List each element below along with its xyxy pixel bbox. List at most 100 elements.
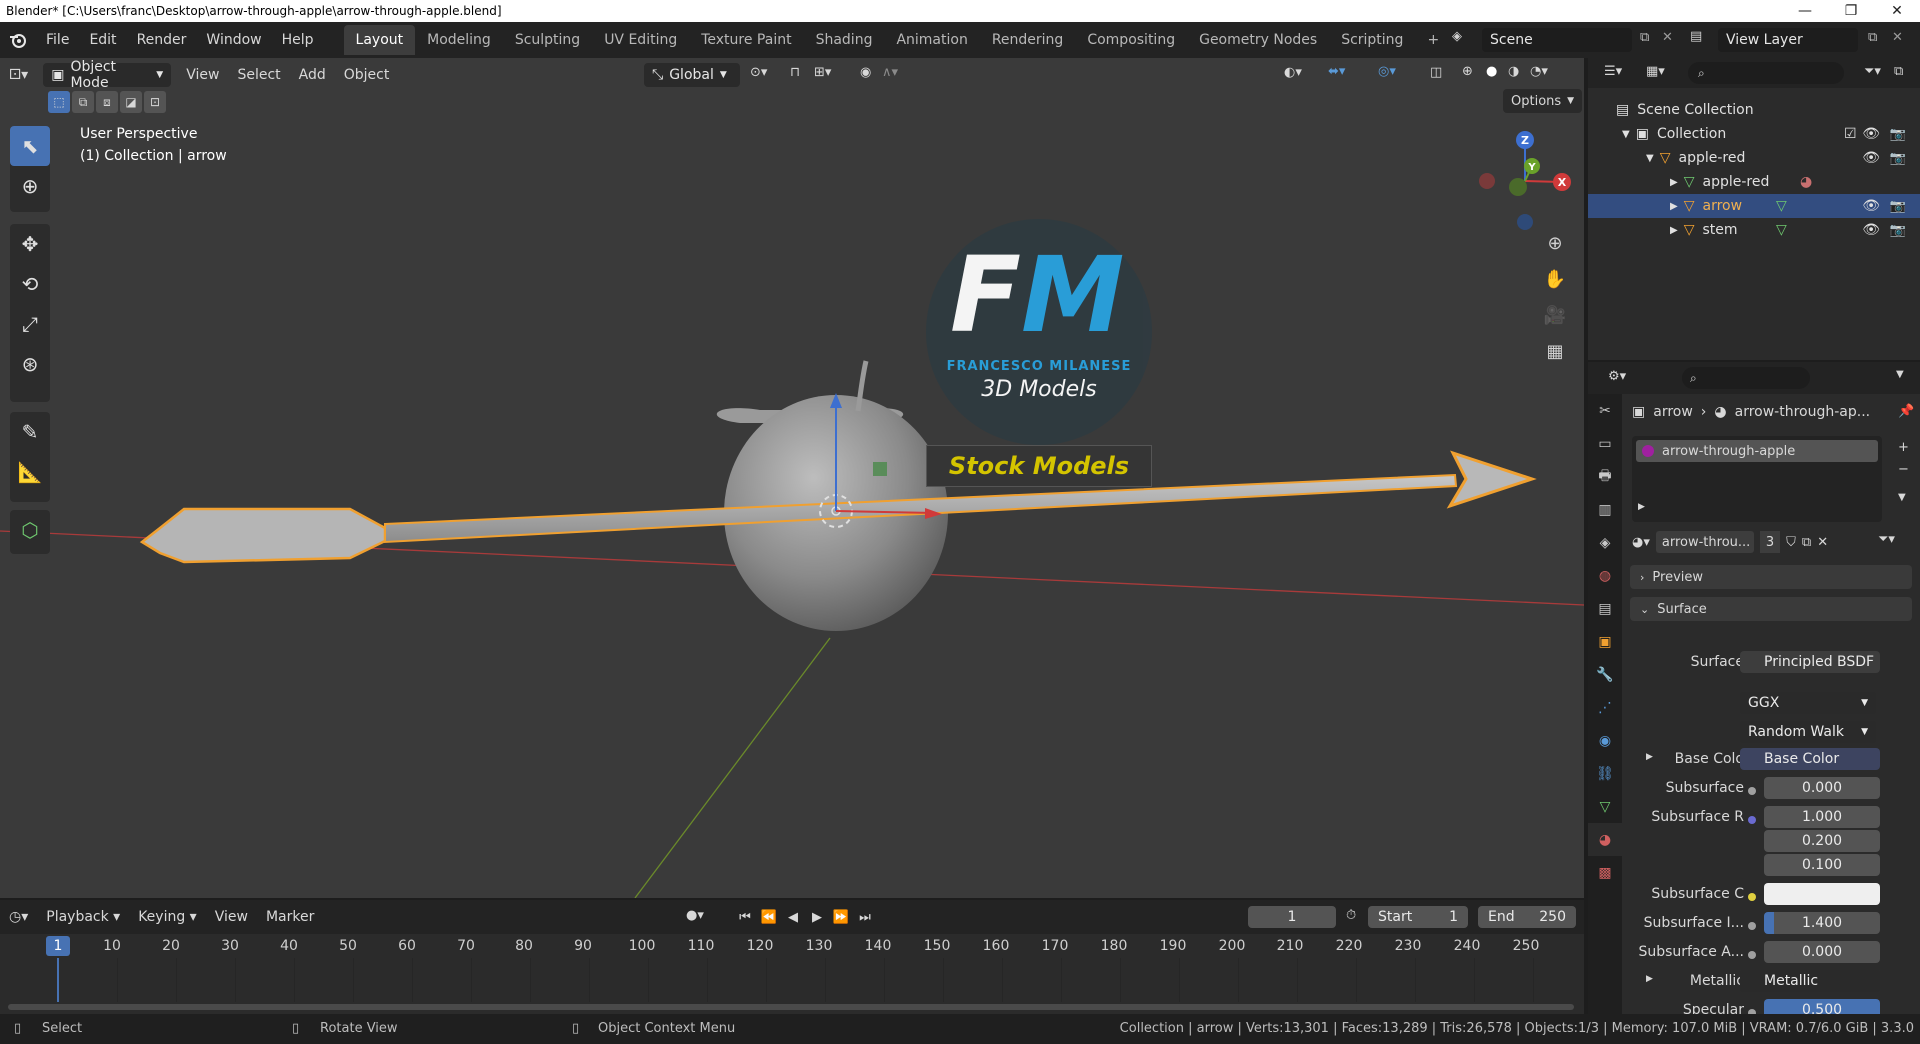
- delete-view-layer-icon[interactable]: ✕: [1892, 30, 1903, 45]
- select-new-icon[interactable]: ⬚: [48, 91, 70, 113]
- outliner-row-stem[interactable]: ▶ ▽ stem ▽ 👁 📷: [1588, 218, 1920, 242]
- physics-tab-icon[interactable]: ◉: [1588, 724, 1622, 757]
- select-extend-icon[interactable]: ⧉: [72, 91, 94, 113]
- tab-rendering[interactable]: Rendering: [980, 25, 1076, 55]
- menu-view[interactable]: View: [177, 58, 228, 92]
- material-slot-item[interactable]: arrow-through-apple: [1636, 440, 1878, 462]
- scene-icon[interactable]: ◈: [1452, 29, 1462, 44]
- subsurface-color-swatch[interactable]: [1764, 883, 1880, 905]
- eye-icon[interactable]: 👁: [1862, 198, 1880, 214]
- select-invert-icon[interactable]: ◪: [120, 91, 142, 113]
- 3d-viewport[interactable]: FM FRANCESCO MILANESE 3D Models Stock Mo…: [0, 58, 1584, 898]
- particles-tab-icon[interactable]: ⋰: [1588, 691, 1622, 724]
- proportional-edit-icon[interactable]: ◉: [860, 65, 871, 80]
- frame-ruler[interactable]: 1 10 20 30 40 50 60 70 80 90 100 110 120…: [0, 934, 1584, 958]
- browse-material-icon[interactable]: ◕▾: [1632, 535, 1650, 550]
- outliner-row-apple-red[interactable]: ▼ ▽ apple-red 👁 📷: [1588, 146, 1920, 170]
- constraints-tab-icon[interactable]: ⛓: [1588, 757, 1622, 790]
- overlay-toggle-icon[interactable]: ◎▾: [1378, 64, 1396, 79]
- expand-arrow-icon[interactable]: ▶: [1670, 177, 1678, 188]
- chevron-down-icon[interactable]: ▼: [1898, 492, 1906, 503]
- output-tab-icon[interactable]: 🖶: [1588, 460, 1622, 493]
- preview-panel-header[interactable]: › Preview: [1630, 565, 1912, 589]
- pivot-point-icon[interactable]: ⊙▾: [750, 65, 767, 80]
- duplicate-material-icon[interactable]: ⧉: [1802, 535, 1811, 550]
- menu-object[interactable]: Object: [335, 58, 399, 92]
- outliner-row-scene-collection[interactable]: ▤ Scene Collection: [1588, 98, 1920, 122]
- props-editor-type-icon[interactable]: ⚙▾: [1608, 369, 1626, 384]
- menu-help[interactable]: Help: [272, 22, 324, 58]
- blender-logo-icon[interactable]: [0, 32, 36, 48]
- play-icon[interactable]: ▶: [806, 905, 828, 929]
- metallic-field[interactable]: Metallic: [1740, 970, 1880, 992]
- transform-tool[interactable]: ⊛: [10, 344, 50, 384]
- end-frame-field[interactable]: End 250: [1478, 906, 1576, 928]
- new-collection-icon[interactable]: ⧉: [1894, 64, 1903, 79]
- select-intersect-icon[interactable]: ⊡: [144, 91, 166, 113]
- subsurface-anisotropy-field[interactable]: 0.000: [1764, 941, 1880, 963]
- snap-icon[interactable]: ⊓: [790, 65, 800, 80]
- maximize-button[interactable]: ❐: [1828, 0, 1874, 22]
- expand-arrow-icon[interactable]: ▼: [1622, 129, 1630, 140]
- menu-add[interactable]: Add: [290, 58, 335, 92]
- options-dropdown[interactable]: Options ▼: [1503, 89, 1583, 113]
- new-scene-icon[interactable]: ⧉: [1640, 30, 1649, 45]
- scene-tab-icon[interactable]: ◈: [1588, 526, 1622, 559]
- tab-scripting[interactable]: Scripting: [1329, 25, 1415, 55]
- rendered-shading-icon[interactable]: ◔▾: [1530, 64, 1548, 79]
- minimize-button[interactable]: —: [1782, 0, 1828, 22]
- exclude-checkbox[interactable]: ☑: [1844, 126, 1857, 142]
- menu-marker[interactable]: Marker: [257, 900, 323, 934]
- menu-file[interactable]: File: [36, 22, 79, 58]
- tab-layout[interactable]: Layout: [343, 25, 416, 55]
- next-keyframe-icon[interactable]: ⏩: [830, 905, 852, 929]
- close-window-button[interactable]: ✕: [1874, 0, 1920, 22]
- outliner-search[interactable]: ⌕: [1688, 62, 1844, 84]
- tab-modeling[interactable]: Modeling: [415, 25, 503, 55]
- select-box-tool[interactable]: ⬉: [10, 126, 50, 166]
- xray-icon[interactable]: ◫: [1430, 65, 1442, 80]
- outliner-row-apple-red-mesh[interactable]: ▶ ▽ apple-red ◕: [1588, 170, 1920, 194]
- navigation-gizmo[interactable]: Z X Y: [1470, 126, 1580, 236]
- move-tool[interactable]: ✥: [10, 224, 50, 264]
- ortho-grid-icon[interactable]: ▦: [1539, 335, 1571, 367]
- menu-playback[interactable]: Playback ▾: [37, 900, 129, 934]
- subsurface-method-dropdown[interactable]: Random Walk ▼: [1740, 721, 1876, 743]
- subsurface-radius-z-field[interactable]: 0.100: [1764, 854, 1880, 876]
- display-mode-icon[interactable]: ▦▾: [1646, 64, 1665, 79]
- remove-slot-icon[interactable]: −: [1898, 462, 1909, 477]
- timeline-editor-type-icon[interactable]: ◷▾: [0, 900, 37, 934]
- zoom-icon[interactable]: ⊕: [1539, 227, 1571, 259]
- mode-selector[interactable]: ▣ Object Mode ▼: [43, 59, 172, 91]
- wireframe-shading-icon[interactable]: ⊕: [1462, 64, 1473, 79]
- surface-panel-header[interactable]: ⌄ Surface: [1630, 597, 1912, 621]
- material-name-field[interactable]: arrow-throu...: [1655, 531, 1754, 553]
- world-tab-icon[interactable]: ◍: [1588, 559, 1622, 592]
- visibility-icon[interactable]: ◐▾: [1284, 65, 1302, 80]
- transform-orientation-selector[interactable]: ⤡ Global ▼: [644, 63, 740, 87]
- expand-arrow-icon[interactable]: ▶: [1670, 201, 1678, 212]
- surface-shader-field[interactable]: Principled BSDF: [1740, 651, 1880, 673]
- outliner-editor-type-icon[interactable]: ☰▾: [1604, 64, 1622, 79]
- prev-keyframe-icon[interactable]: ⏪: [758, 905, 780, 929]
- fake-user-icon[interactable]: ⛉: [1786, 535, 1796, 550]
- preview-range-icon[interactable]: ⏱: [1346, 908, 1356, 923]
- scene-selector[interactable]: Scene: [1482, 28, 1632, 52]
- eye-icon[interactable]: 👁: [1862, 150, 1880, 166]
- tab-compositing[interactable]: Compositing: [1075, 25, 1187, 55]
- tab-shading[interactable]: Shading: [804, 25, 885, 55]
- properties-search[interactable]: ⌕: [1682, 367, 1810, 389]
- annotate-tool[interactable]: ✎: [10, 412, 50, 452]
- current-frame-field[interactable]: 1: [1248, 906, 1336, 928]
- camera-icon[interactable]: 📷: [1890, 151, 1906, 166]
- jump-end-icon[interactable]: ⏭: [854, 905, 876, 929]
- distribution-dropdown[interactable]: GGX ▼: [1740, 692, 1876, 714]
- eye-icon[interactable]: 👁: [1862, 126, 1880, 142]
- object-tab-icon[interactable]: ▣: [1588, 625, 1622, 658]
- cursor-tool[interactable]: ⊕: [10, 166, 50, 206]
- menu-timeline-view[interactable]: View: [206, 900, 257, 934]
- timeline-scrollbar[interactable]: [8, 1004, 1574, 1010]
- tab-geometry-nodes[interactable]: Geometry Nodes: [1187, 25, 1329, 55]
- pin-icon[interactable]: 📌: [1898, 404, 1914, 419]
- tab-texture-paint[interactable]: Texture Paint: [689, 25, 803, 55]
